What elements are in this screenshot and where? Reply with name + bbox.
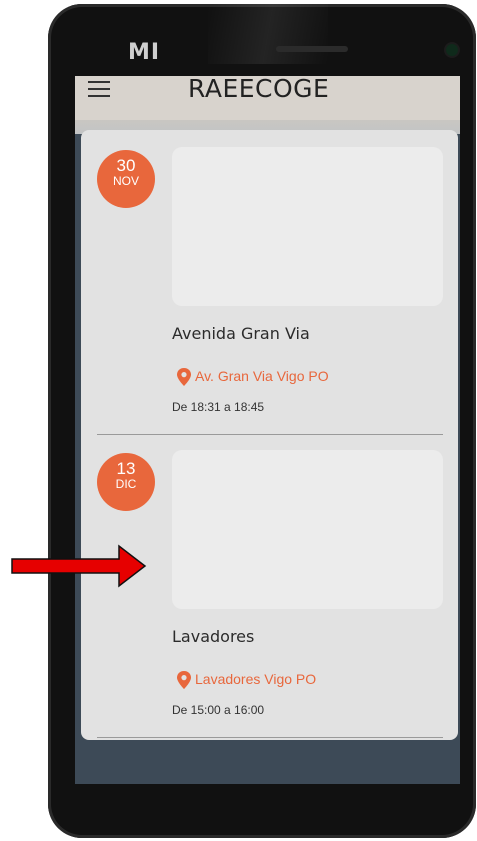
app-screen: RAEECOGE 30 NOV Avenida Gran Via Av. Gra…	[75, 76, 460, 784]
location-pin-icon	[177, 368, 191, 387]
events-list: 30 NOV Avenida Gran Via Av. Gran Via Vig…	[81, 130, 458, 740]
event-location-text: Av. Gran Via Vigo PO	[195, 368, 329, 384]
event-time: De 15:00 a 16:00	[172, 703, 265, 717]
red-annotation-arrow-icon	[11, 544, 147, 588]
event-divider	[97, 737, 443, 738]
date-month: NOV	[112, 174, 139, 188]
earpiece-speaker	[276, 46, 348, 52]
event-image-placeholder[interactable]	[172, 147, 443, 306]
phone-sheen	[208, 4, 328, 64]
event-title: Lavadores	[172, 627, 255, 646]
event-location[interactable]: Lavadores Vigo PO	[175, 669, 317, 690]
app-bar: RAEECOGE	[75, 76, 460, 120]
date-month: DIC	[115, 477, 137, 491]
date-badge: 13 DIC	[97, 453, 155, 511]
app-title: RAEECOGE	[188, 76, 330, 103]
device-brand-logo: MI	[128, 40, 161, 65]
event-item[interactable]: 30 NOV Avenida Gran Via Av. Gran Via Vig…	[81, 130, 458, 433]
event-image-placeholder[interactable]	[172, 450, 443, 609]
date-badge: 30 NOV	[97, 150, 155, 208]
event-time: De 18:31 a 18:45	[172, 400, 265, 414]
location-pin-icon	[177, 671, 191, 690]
date-day: 13	[116, 459, 136, 478]
event-location[interactable]: Av. Gran Via Vigo PO	[175, 366, 329, 387]
menu-icon[interactable]	[88, 81, 110, 97]
event-title: Avenida Gran Via	[172, 324, 310, 343]
event-location-text: Lavadores Vigo PO	[195, 671, 317, 687]
front-camera	[446, 44, 458, 56]
date-day: 30	[116, 156, 136, 175]
